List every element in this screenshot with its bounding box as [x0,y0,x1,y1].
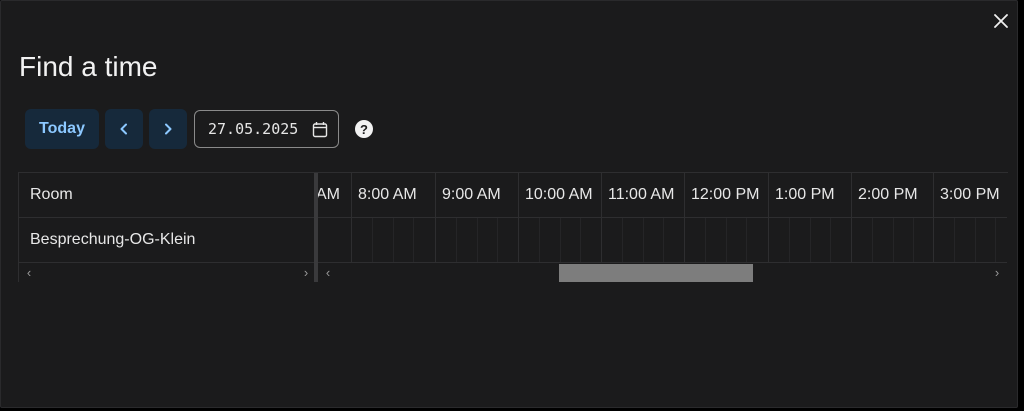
time-slot-divider [622,218,623,262]
time-slot-divider [913,218,914,262]
room-column-scrollbar[interactable]: ‹ › [19,263,315,282]
previous-day-button[interactable] [105,109,143,149]
time-slot-divider [893,218,894,262]
timeline-header: AM 8:00 AM 9:00 AM 10:00 AM 11:00 AM 12:… [318,173,1007,218]
scrollbar-thumb[interactable] [559,264,753,282]
timeline-pane: AM 8:00 AM 9:00 AM 10:00 AM 11:00 AM 12:… [318,173,1007,282]
hour-label: 9:00 AM [435,173,518,217]
time-slot-divider [726,218,727,262]
hour-label: 2:00 PM [851,173,933,217]
scroll-right-icon[interactable]: › [299,263,313,282]
time-slot-divider [954,218,955,262]
room-column: Room Besprechung-OG-Klein ‹ › [18,173,315,282]
time-slot-divider [477,218,478,262]
time-slot-divider [413,218,414,262]
time-slot-divider [851,218,852,262]
toolbar: Today 27.05.2025 ? [25,109,373,149]
time-slot-divider [643,218,644,262]
time-slot-divider [435,218,436,262]
chevron-right-icon [165,123,172,135]
time-slot-divider [768,218,769,262]
time-slot-divider [975,218,976,262]
room-column-header: Room [19,173,315,218]
time-slot-divider [497,218,498,262]
hour-label: 11:00 AM [601,173,684,217]
time-slot-divider [372,218,373,262]
room-name: Besprechung-OG-Klein [19,218,315,263]
hour-label: 10:00 AM [518,173,601,217]
date-value: 27.05.2025 [208,120,299,138]
chevron-left-icon [120,123,127,135]
timeline-scrollbar[interactable]: ‹ › [318,263,1007,282]
time-slot-divider [580,218,581,262]
next-day-button[interactable] [149,109,187,149]
scheduling-grid: Room Besprechung-OG-Klein ‹ › AM 8:00 AM… [18,172,1008,283]
calendar-icon[interactable] [312,121,328,138]
time-slot-divider [995,218,996,262]
hour-label: 8:00 AM [351,173,435,217]
time-slot-divider [560,218,561,262]
time-slot-divider [518,218,519,262]
hour-label: 1:00 PM [768,173,851,217]
close-button[interactable] [989,9,1013,33]
hour-label-partial: AM [318,186,340,203]
find-a-time-dialog: Find a time Today 27.05.2025 ? Room Besp… [0,0,1018,408]
hour-label: 12:00 PM [684,173,768,217]
help-icon[interactable]: ? [355,120,373,138]
time-slot-divider [393,218,394,262]
scroll-left-icon[interactable]: ‹ [321,263,335,282]
time-slot-divider [539,218,540,262]
time-slot-divider [830,218,831,262]
time-slot-divider [746,218,747,262]
time-slot-divider [351,218,352,262]
close-icon [994,14,1008,28]
time-slot-divider [810,218,811,262]
time-slot-divider [789,218,790,262]
scroll-right-icon[interactable]: › [990,263,1004,282]
today-button[interactable]: Today [25,109,99,149]
scroll-left-icon[interactable]: ‹ [22,263,36,282]
time-slot-divider [456,218,457,262]
time-slot-divider [872,218,873,262]
time-slot-divider [663,218,664,262]
time-slot-divider [684,218,685,262]
room-availability-row[interactable] [318,218,1007,263]
date-input[interactable]: 27.05.2025 [194,110,339,148]
hour-label: 3:00 PM [933,173,1007,217]
time-slot-divider [601,218,602,262]
time-slot-divider [933,218,934,262]
dialog-title: Find a time [19,51,158,82]
time-slot-divider [705,218,706,262]
